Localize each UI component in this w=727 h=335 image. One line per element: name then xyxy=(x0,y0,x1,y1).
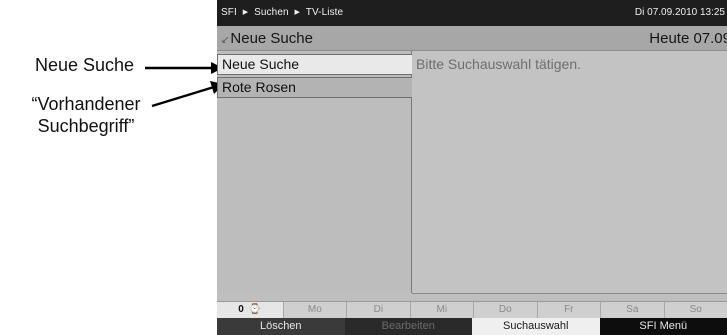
selection-hint: Bitte Suchauswahl tätigen. xyxy=(416,56,581,72)
list-item-neue-suche[interactable]: Neue Suche xyxy=(217,54,413,75)
day-today-label: 0 xyxy=(238,304,244,315)
search-list-panel: Neue Suche Rote Rosen xyxy=(217,51,413,293)
title-date: Heute 07.09 xyxy=(649,30,727,47)
arrow-neue-suche xyxy=(145,62,223,74)
breadcrumb-sfi: SFI xyxy=(221,7,237,18)
function-button-bar: Löschen Bearbeiten Suchauswahl SFI Menü xyxy=(217,318,727,335)
page-title: ↙Neue Suche xyxy=(221,30,313,47)
callout-vorhandener-suchbegriff: “Vorhandener Suchbegriff” xyxy=(6,93,166,137)
day-today[interactable]: 0 ⌚ xyxy=(217,302,284,318)
day-mo[interactable]: Mo xyxy=(284,302,348,318)
breadcrumb: SFI ▶ Suchen ▶ TV-Liste xyxy=(221,7,343,18)
day-mi[interactable]: Mi xyxy=(411,302,475,318)
title-bar: ↙Neue Suche Heute 07.09 xyxy=(217,26,727,51)
callout-neue-suche-label: Neue Suche xyxy=(35,55,135,75)
day-so[interactable]: So xyxy=(665,302,727,318)
sfi-menu-button[interactable]: SFI Menü xyxy=(599,318,727,335)
arrow-vorhandener xyxy=(151,81,224,108)
page-title-text: Neue Suche xyxy=(230,30,313,47)
clock-icon: ⌚ xyxy=(248,304,262,315)
top-status-bar: SFI ▶ Suchen ▶ TV-Liste Di 07.09.2010 13… xyxy=(217,0,727,26)
tv-screen: SFI ▶ Suchen ▶ TV-Liste Di 07.09.2010 13… xyxy=(217,0,727,335)
current-datetime: Di 07.09.2010 13:25 xyxy=(634,7,725,18)
chevron-right-icon: ▶ xyxy=(294,9,301,16)
list-item-rote-rosen[interactable]: Rote Rosen xyxy=(217,77,413,98)
list-item-label: Rote Rosen xyxy=(222,79,296,95)
bearbeiten-button[interactable]: Bearbeiten xyxy=(344,318,472,335)
day-sa[interactable]: Sa xyxy=(601,302,665,318)
callout-vorhandener-line2: Suchbegriff” xyxy=(37,116,135,136)
chevron-right-icon: ▶ xyxy=(242,9,249,16)
day-fr[interactable]: Fr xyxy=(538,302,602,318)
day-selector: 0 ⌚ Mo Di Mi Do Fr Sa So xyxy=(217,301,727,318)
suchauswahl-button[interactable]: Suchauswahl xyxy=(472,318,600,335)
list-item-label: Neue Suche xyxy=(222,56,300,72)
callout-vorhandener-line1: “Vorhandener xyxy=(31,94,141,114)
breadcrumb-tv-liste: TV-Liste xyxy=(305,7,344,18)
loeschen-button[interactable]: Löschen xyxy=(217,318,345,335)
day-do[interactable]: Do xyxy=(474,302,538,318)
breadcrumb-suchen: Suchen xyxy=(254,7,289,18)
detail-panel: Bitte Suchauswahl tätigen. xyxy=(412,51,727,294)
callout-neue-suche: Neue Suche xyxy=(35,54,134,76)
day-di[interactable]: Di xyxy=(347,302,411,318)
tick-mark-icon: ↙ xyxy=(221,35,230,46)
